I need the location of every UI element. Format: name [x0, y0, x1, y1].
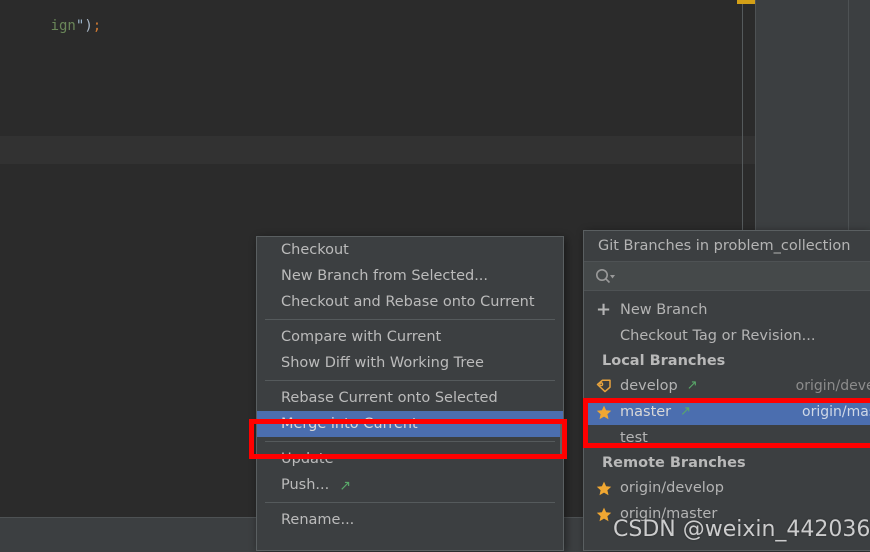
menu-item-label: Checkout: [281, 242, 349, 258]
branch-row-test[interactable]: test: [584, 425, 870, 451]
branch-label: develop: [620, 378, 678, 394]
menu-separator: [265, 319, 555, 320]
branch-row-master[interactable]: master ↗ origin/master: [584, 399, 870, 425]
menu-separator: [265, 380, 555, 381]
branch-row-origin-master[interactable]: origin/master: [584, 501, 870, 527]
action-label: New Branch: [620, 302, 708, 318]
menu-separator: [265, 502, 555, 503]
external-link-arrow-icon: ↗: [339, 478, 351, 494]
menu-item-push[interactable]: Push... ↗: [257, 472, 563, 498]
branches-list[interactable]: + New Branch Checkout Tag or Revision...…: [584, 291, 870, 527]
menu-item-merge-into-current[interactable]: Merge into Current: [257, 411, 563, 437]
menu-item-label: Update: [281, 451, 334, 467]
branch-label: origin/develop: [620, 480, 724, 496]
menu-item-label: Rename...: [281, 512, 355, 528]
menu-item-update[interactable]: Update: [257, 446, 563, 472]
branch-arrow-icon: ↗: [680, 404, 692, 419]
menu-separator: [265, 441, 555, 442]
section-header-remote-branches: Remote Branches: [602, 455, 746, 471]
branch-search-field[interactable]: [584, 261, 870, 291]
star-icon: [596, 405, 618, 420]
branch-row-develop[interactable]: develop ↗ origin/develop: [584, 373, 870, 399]
code-token-paren: ): [84, 18, 93, 34]
branch-row-origin-develop[interactable]: origin/develop: [584, 475, 870, 501]
code-token-string: ign: [50, 18, 76, 34]
menu-item-label: Rebase Current onto Selected: [281, 390, 498, 406]
menu-item-checkout[interactable]: Checkout: [257, 237, 563, 263]
menu-item-label: Compare with Current: [281, 329, 442, 345]
menu-item-label: New Branch from Selected...: [281, 268, 489, 284]
menu-scrollbar[interactable]: [560, 419, 563, 457]
menu-item-label: Checkout and Rebase onto Current: [281, 294, 535, 310]
plus-icon: +: [596, 299, 612, 320]
branch-context-menu[interactable]: Checkout New Branch from Selected... Che…: [256, 236, 564, 551]
search-icon[interactable]: [594, 267, 618, 285]
editor-warning-marker[interactable]: [737, 0, 756, 4]
menu-item-label: Merge into Current: [281, 416, 418, 432]
branch-arrow-icon: ↗: [686, 378, 698, 393]
git-branches-popup[interactable]: Git Branches in problem_collection + New…: [583, 230, 870, 551]
popup-title: Git Branches in problem_collection: [598, 238, 851, 254]
menu-item-label: Show Diff with Working Tree: [281, 355, 484, 371]
action-label: Checkout Tag or Revision...: [620, 328, 816, 344]
menu-item-label: Push...: [281, 477, 330, 493]
branch-label: test: [620, 430, 648, 446]
menu-item-compare-with-current[interactable]: Compare with Current: [257, 324, 563, 350]
action-new-branch[interactable]: + New Branch: [584, 297, 870, 323]
menu-item-rebase-current-onto-selected[interactable]: Rebase Current onto Selected: [257, 385, 563, 411]
branch-tracking-label: origin/develop: [795, 378, 870, 394]
menu-item-rename[interactable]: Rename...: [257, 507, 563, 533]
branch-label: origin/master: [620, 506, 718, 522]
action-checkout-tag-or-revision[interactable]: Checkout Tag or Revision...: [584, 323, 870, 349]
branch-tracking-label: origin/master: [802, 404, 870, 420]
menu-item-new-branch-from-selected[interactable]: New Branch from Selected...: [257, 263, 563, 289]
star-icon: [596, 507, 618, 522]
menu-item-checkout-and-rebase-onto-current[interactable]: Checkout and Rebase onto Current: [257, 289, 563, 315]
tag-icon: [596, 379, 618, 393]
code-token-semicolon: ;: [92, 18, 102, 34]
menu-item-show-diff-with-working-tree[interactable]: Show Diff with Working Tree: [257, 350, 563, 376]
star-icon: [596, 481, 618, 496]
code-line: ign");: [0, 2, 102, 50]
editor-highlighted-line: [0, 136, 755, 164]
branch-label: master: [620, 404, 672, 420]
section-header-local-branches: Local Branches: [602, 353, 726, 369]
